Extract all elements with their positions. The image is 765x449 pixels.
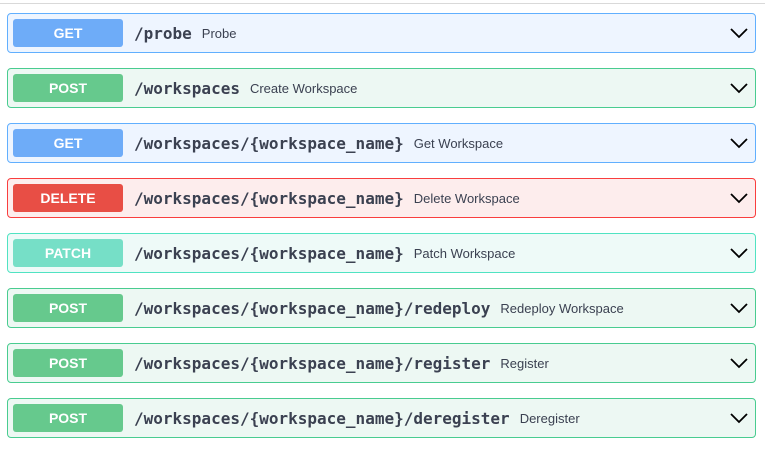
method-badge: POST <box>13 294 123 322</box>
operation-summary: Create Workspace <box>249 80 358 96</box>
operation-post-workspaces[interactable]: POST /workspaces Create Workspace <box>7 68 756 108</box>
operation-path: /workspaces/{workspace_name} <box>134 133 404 153</box>
chevron-down-icon[interactable] <box>729 298 749 318</box>
method-badge: POST <box>13 404 123 432</box>
operation-get-probe[interactable]: GET /probe Probe <box>7 13 756 53</box>
operation-post-deregister[interactable]: POST /workspaces/{workspace_name}/deregi… <box>7 398 756 438</box>
chevron-down-icon[interactable] <box>729 133 749 153</box>
chevron-down-icon[interactable] <box>729 188 749 208</box>
method-badge: DELETE <box>13 184 123 212</box>
operation-path: /workspaces <box>134 78 240 98</box>
operation-path: /workspaces/{workspace_name}/redeploy <box>134 298 491 318</box>
operation-path: /workspaces/{workspace_name} <box>134 243 404 263</box>
operation-summary: Register <box>500 355 549 371</box>
operation-summary: Delete Workspace <box>413 190 520 206</box>
operation-get-workspace[interactable]: GET /workspaces/{workspace_name} Get Wor… <box>7 123 756 163</box>
operation-path: /workspaces/{workspace_name}/register <box>134 353 491 373</box>
method-badge: GET <box>13 19 123 47</box>
chevron-down-icon[interactable] <box>729 408 749 428</box>
operation-path: /workspaces/{workspace_name}/deregister <box>134 408 510 428</box>
top-divider <box>0 0 765 4</box>
operation-path: /workspaces/{workspace_name} <box>134 188 404 208</box>
method-badge: GET <box>13 129 123 157</box>
chevron-down-icon[interactable] <box>729 78 749 98</box>
operation-delete-workspace[interactable]: DELETE /workspaces/{workspace_name} Dele… <box>7 178 756 218</box>
operation-path: /probe <box>134 23 192 43</box>
operation-summary: Patch Workspace <box>413 245 516 261</box>
operation-summary: Redeploy Workspace <box>500 300 624 316</box>
chevron-down-icon[interactable] <box>729 243 749 263</box>
operation-summary: Get Workspace <box>413 135 504 151</box>
operation-summary: Deregister <box>519 410 580 426</box>
operation-patch-workspace[interactable]: PATCH /workspaces/{workspace_name} Patch… <box>7 233 756 273</box>
operation-post-register[interactable]: POST /workspaces/{workspace_name}/regist… <box>7 343 756 383</box>
operation-post-redeploy[interactable]: POST /workspaces/{workspace_name}/redepl… <box>7 288 756 328</box>
chevron-down-icon[interactable] <box>729 353 749 373</box>
operation-summary: Probe <box>201 25 237 41</box>
method-badge: POST <box>13 349 123 377</box>
method-badge: PATCH <box>13 239 123 267</box>
chevron-down-icon[interactable] <box>729 23 749 43</box>
method-badge: POST <box>13 74 123 102</box>
